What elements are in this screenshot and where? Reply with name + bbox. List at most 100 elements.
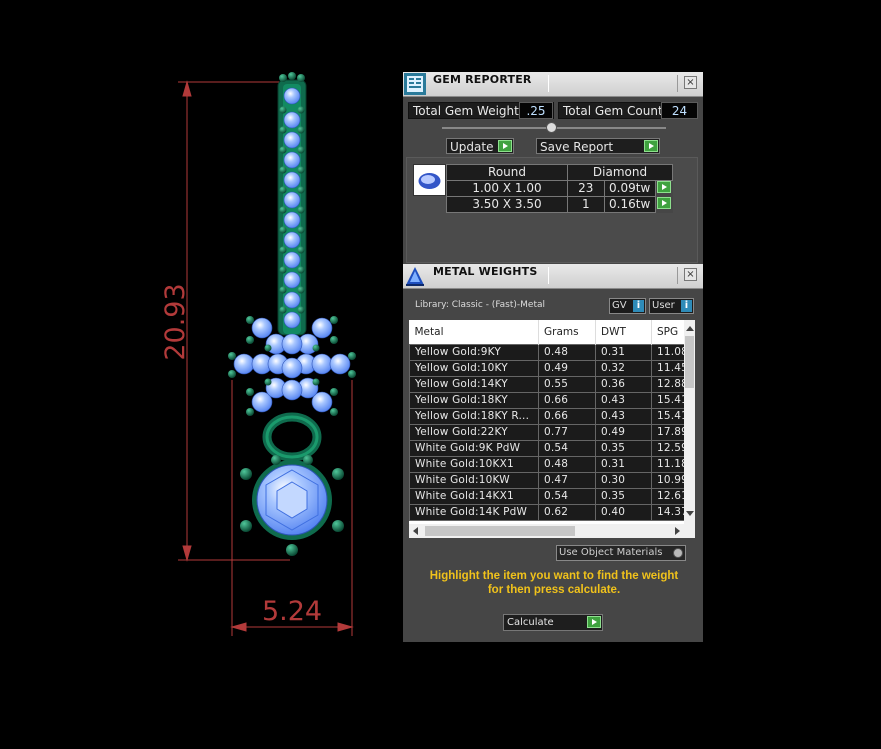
info-icon: i [681,300,692,312]
metal-dwt: 0.30 [595,472,652,489]
metal-dwt: 0.43 [595,392,652,409]
scroll-down-icon[interactable] [686,511,694,516]
gem-size: 3.50 X 3.50 [446,196,568,213]
gv-label: GV [612,300,627,311]
gem-report-icon [404,73,426,95]
gem-reporter-title: GEM REPORTER [433,73,532,86]
column-header-metal[interactable]: Metal [409,320,539,345]
metal-weights-titlebar[interactable]: METAL WEIGHTS × [403,264,703,289]
metal-dwt: 0.36 [595,376,652,393]
scroll-left-icon[interactable] [413,527,418,535]
column-header-grams[interactable]: Grams [538,320,596,345]
gem-shape-header: Round [446,164,568,181]
metal-grams: 0.54 [538,488,596,505]
metal-dwt: 0.49 [595,424,652,441]
metal-weights-title: METAL WEIGHTS [433,265,538,278]
calculate-button[interactable]: Calculate [503,614,603,631]
gem-row-action[interactable] [655,196,673,213]
metal-name: Yellow Gold:22KY [409,424,539,441]
metal-dwt: 0.35 [595,440,652,457]
gem-row-action[interactable] [655,180,673,197]
update-button[interactable]: Update [446,138,514,154]
toggle-knob-icon [673,548,683,558]
update-button-label: Update [450,140,494,154]
table-row[interactable]: White Gold:14K PdW 0.62 0.40 14.37 [409,504,695,521]
metal-dwt: 0.32 [595,360,652,377]
metal-name: Yellow Gold:14KY [409,376,539,393]
metal-name: White Gold:14KX1 [409,488,539,505]
metal-grams: 0.47 [538,472,596,489]
save-report-button-label: Save Report [540,140,614,154]
table-row[interactable]: White Gold:10KX1 0.48 0.31 11.18 [409,456,695,473]
metal-name: White Gold:10KX1 [409,456,539,473]
size-slider[interactable] [442,122,666,133]
calculate-button-label: Calculate [507,617,554,628]
metal-weights-table: Metal Grams DWT SPG Yellow Gold:9KY 0.48 0… [409,320,695,521]
gem-summary-table: Round Diamond 1.00 X 1.00 23 0.09tw 3.50… [446,164,673,213]
scroll-right-icon[interactable] [675,527,680,535]
gem-thumbnail[interactable] [413,164,446,196]
metal-name: White Gold:10KW [409,472,539,489]
column-header-dwt[interactable]: DWT [595,320,652,345]
metal-grams: 0.55 [538,376,596,393]
horizontal-scrollbar[interactable] [409,524,695,538]
use-object-materials-toggle[interactable]: Use Object Materials [556,545,686,561]
table-row[interactable]: Yellow Gold:10KY 0.49 0.32 11.45 [409,360,695,377]
gem-reporter-titlebar[interactable]: GEM REPORTER × [403,72,703,97]
scroll-thumb[interactable] [425,526,575,536]
total-gem-count-label: Total Gem Count [558,102,663,119]
table-row[interactable]: Yellow Gold:18KY 0.66 0.43 15.41 [409,392,695,409]
table-row[interactable]: White Gold:10KW 0.47 0.30 10.99 [409,472,695,489]
bail-ring [262,412,322,462]
scroll-up-icon[interactable] [686,326,694,331]
metal-dwt: 0.40 [595,504,652,521]
gem-count: 23 [567,180,605,197]
table-row[interactable]: White Gold:9K PdW 0.54 0.35 12.59 [409,440,695,457]
metal-table-container: Metal Grams DWT SPG Yellow Gold:9KY 0.48 0… [409,320,695,538]
gem-size: 1.00 X 1.00 [446,180,568,197]
play-icon [656,181,671,193]
total-gem-weight-value: .25 [519,102,553,119]
slider-thumb[interactable] [546,122,557,133]
metal-dwt: 0.31 [595,344,652,361]
metal-name: White Gold:9K PdW [409,440,539,457]
use-object-materials-label: Use Object Materials [559,547,663,558]
instruction-line-1: Highlight the item you want to find the … [429,570,679,582]
close-icon[interactable]: × [684,268,697,281]
metal-grams: 0.77 [538,424,596,441]
user-button[interactable]: User i [649,298,694,314]
save-report-button[interactable]: Save Report [536,138,660,154]
scroll-thumb[interactable] [685,336,694,388]
metal-grams: 0.48 [538,344,596,361]
titlebar-grip [548,75,678,92]
gem-weight: 0.16tw [603,196,656,213]
table-row[interactable]: Yellow Gold:22KY 0.77 0.49 17.89 [409,424,695,441]
table-row[interactable]: Yellow Gold:18KY R... 0.66 0.43 15.41 [409,408,695,425]
gem-material-header: Diamond [567,164,673,181]
play-icon [644,140,658,152]
metal-name: Yellow Gold:18KY [409,392,539,409]
table-row[interactable]: 1.00 X 1.00 23 0.09tw [446,180,673,197]
cad-viewport[interactable]: 20.93 5.24 [0,0,400,745]
titlebar-grip [548,267,678,284]
metal-name: Yellow Gold:10KY [409,360,539,377]
total-gem-count-value: 24 [661,102,698,119]
metal-grams: 0.54 [538,440,596,457]
vertical-scrollbar[interactable] [684,320,695,524]
table-row[interactable]: 3.50 X 3.50 1 0.16tw [446,196,673,213]
play-icon [587,616,601,628]
width-dimension-label: 5.24 [262,596,322,627]
gv-button[interactable]: GV i [609,298,646,314]
metal-weight-icon [406,267,424,286]
gem-count: 1 [567,196,605,213]
calculate-instructions: Highlight the item you want to find the … [404,569,704,597]
library-label: Library: Classic - (Fast)-Metal [415,300,546,310]
info-icon: i [633,300,644,312]
metal-name: White Gold:14K PdW [409,504,539,521]
table-row[interactable]: White Gold:14KX1 0.54 0.35 12.61 [409,488,695,505]
metal-grams: 0.66 [538,408,596,425]
table-row[interactable]: Yellow Gold:9KY 0.48 0.31 11.08 [409,344,695,361]
metal-grams: 0.48 [538,456,596,473]
table-row[interactable]: Yellow Gold:14KY 0.55 0.36 12.88 [409,376,695,393]
close-icon[interactable]: × [684,76,697,89]
